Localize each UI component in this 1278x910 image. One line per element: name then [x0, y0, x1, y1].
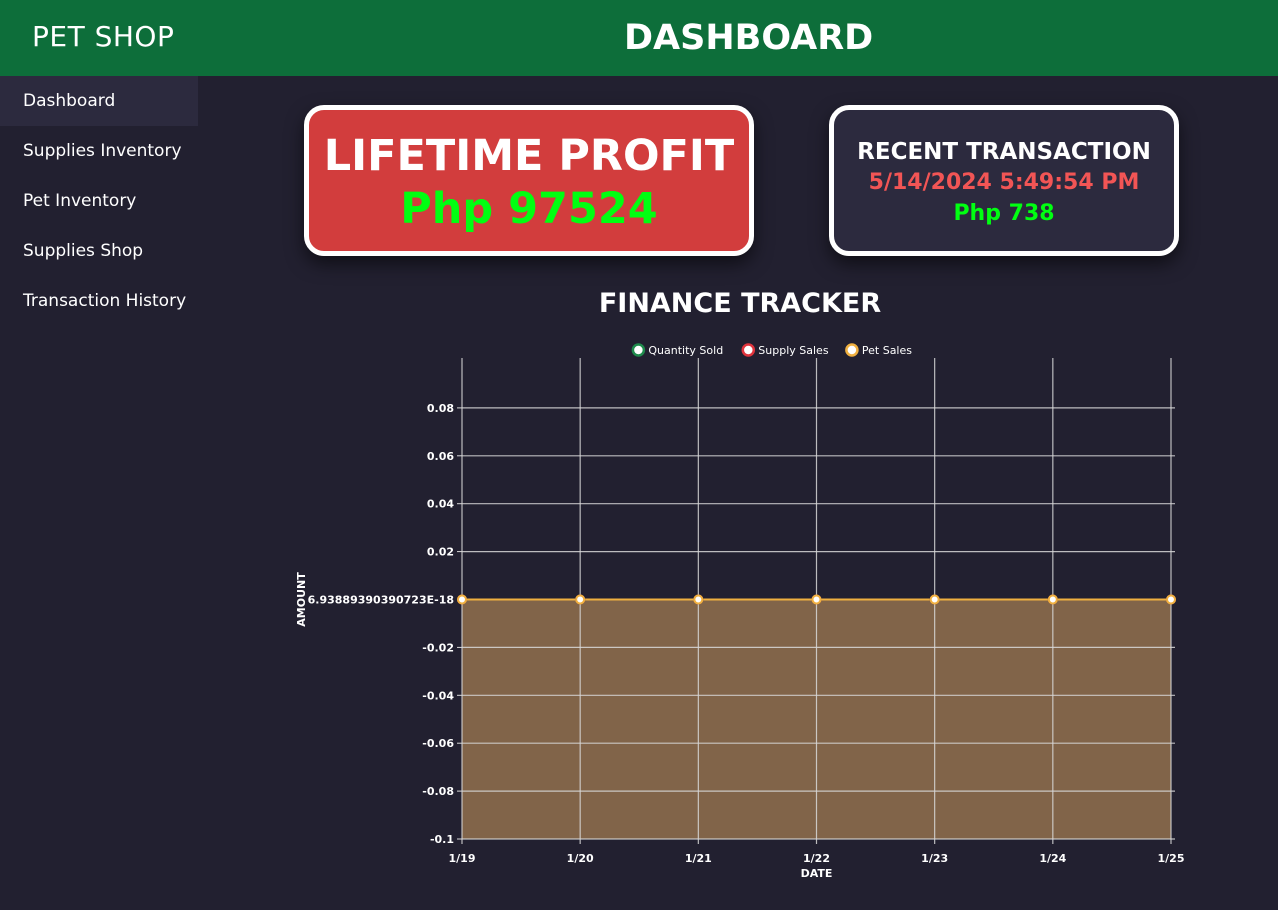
finance-chart: 0.08 0.06 0.04 0.02 6.93889390390723E-18 -0.0… — [295, 343, 1185, 880]
recent-transaction-label: RECENT TRANSACTION — [857, 139, 1151, 165]
sidebar-item-dashboard[interactable]: Dashboard — [0, 76, 198, 126]
data-point — [457, 594, 467, 605]
legend-label: Pet Sales — [862, 344, 912, 357]
lifetime-profit-card: LIFETIME PROFIT Php 97524 — [304, 105, 754, 256]
y-tick-label: -0.04 — [422, 689, 454, 702]
x-tick-label: 1/25 — [1158, 852, 1185, 865]
recent-transaction-amount: Php 738 — [953, 201, 1055, 226]
x-tick-label: 1/23 — [921, 852, 948, 865]
data-point — [811, 594, 822, 605]
x-tick-label: 1/21 — [685, 852, 712, 865]
brand-title: PET SHOP — [32, 20, 175, 53]
y-tick-label: -0.1 — [430, 833, 454, 846]
legend-marker — [631, 343, 646, 357]
page-title: DASHBOARD — [624, 18, 874, 58]
x-tick-label: 1/22 — [803, 852, 830, 865]
y-tick-label: -0.08 — [422, 785, 454, 798]
x-tick-label: 1/19 — [449, 852, 476, 865]
data-point — [1166, 594, 1176, 605]
y-tick-label: 0.04 — [427, 498, 454, 511]
sidebar-item-supplies-shop[interactable]: Supplies Shop — [0, 226, 198, 276]
recent-transaction-card: RECENT TRANSACTION 5/14/2024 5:49:54 PM … — [829, 105, 1179, 256]
x-tick-label: 1/24 — [1039, 852, 1066, 865]
x-axis-label: DATE — [801, 867, 833, 880]
data-point — [693, 594, 704, 605]
chart-title: FINANCE TRACKER — [598, 288, 882, 319]
x-tick-label: 1/20 — [567, 852, 594, 865]
sidebar-item-pet-inventory[interactable]: Pet Inventory — [0, 176, 198, 226]
data-point — [929, 594, 940, 605]
y-axis-label: AMOUNT — [295, 572, 308, 627]
data-point — [1047, 594, 1058, 605]
lifetime-profit-value: Php 97524 — [400, 184, 658, 234]
y-tick-label: 0.02 — [427, 546, 454, 559]
y-tick-label: -0.06 — [422, 737, 454, 750]
y-tick-label: 0.06 — [427, 450, 454, 463]
sidebar-item-supplies-inventory[interactable]: Supplies Inventory — [0, 126, 198, 176]
top-header: PET SHOP DASHBOARD — [0, 0, 1278, 76]
recent-transaction-timestamp: 5/14/2024 5:49:54 PM — [868, 170, 1140, 195]
data-point — [575, 594, 586, 605]
lifetime-profit-label: LIFETIME PROFIT — [323, 131, 735, 181]
y-tick-label: 0.08 — [427, 402, 454, 415]
legend-marker — [845, 343, 859, 357]
legend-marker — [741, 343, 756, 357]
legend-label: Quantity Sold — [648, 344, 723, 357]
y-tick-label: -0.02 — [422, 641, 454, 654]
y-tick-label: 6.93889390390723E-18 — [308, 594, 454, 607]
legend-label: Supply Sales — [758, 344, 829, 357]
